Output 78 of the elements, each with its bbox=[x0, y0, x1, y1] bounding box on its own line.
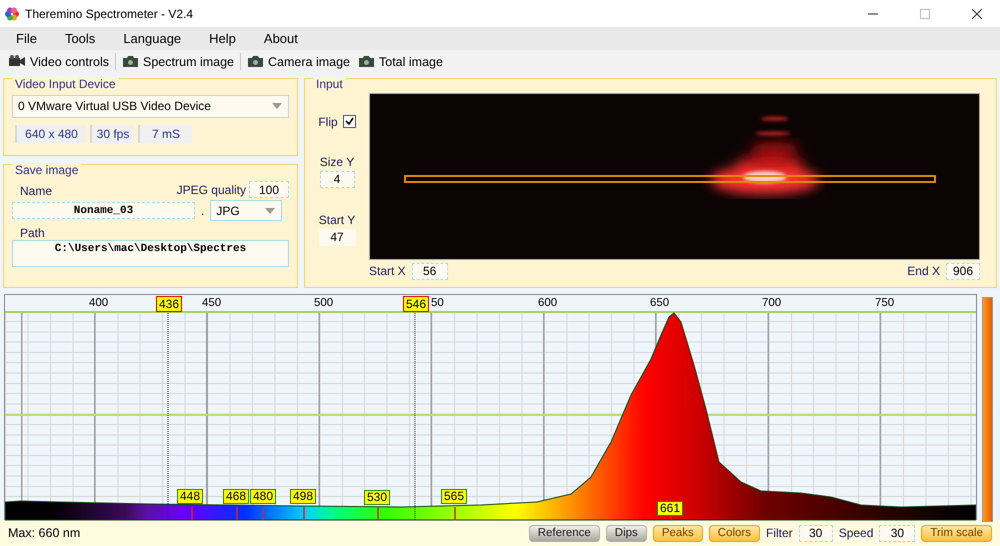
axis-label: 50 bbox=[431, 296, 444, 309]
peak-label: 498 bbox=[290, 488, 316, 504]
menu-item[interactable]: About bbox=[256, 30, 306, 46]
format-dropdown[interactable]: JPG bbox=[210, 200, 282, 222]
max-readout: Max: 660 nm bbox=[8, 526, 82, 540]
flip-label: Flip bbox=[318, 114, 338, 129]
peak-tick bbox=[236, 506, 238, 520]
close-icon bbox=[972, 8, 982, 18]
menu-item[interactable]: File bbox=[8, 30, 45, 46]
toggle-button[interactable]: Dips bbox=[606, 524, 647, 542]
axis-label: 450 bbox=[202, 296, 222, 309]
speed-label: Speed bbox=[838, 526, 874, 540]
video-camera-icon bbox=[8, 55, 26, 68]
end-x-field[interactable]: 906 bbox=[946, 262, 980, 280]
toggle-button[interactable]: Peaks bbox=[652, 524, 703, 542]
end-x-label: End X bbox=[907, 264, 940, 278]
reference-label[interactable]: 546 bbox=[403, 296, 430, 312]
path-label: Path bbox=[20, 226, 45, 240]
selection-rectangle[interactable] bbox=[404, 174, 936, 183]
separator-dot: . bbox=[201, 204, 204, 218]
name-label: Name bbox=[20, 184, 52, 198]
readout: 7 mS bbox=[138, 124, 192, 143]
jpeg-quality-label: JPEG quality bbox=[176, 182, 246, 197]
trim-scale-button[interactable]: Trim scale bbox=[921, 524, 992, 542]
start-y-label: Start Y bbox=[318, 212, 356, 227]
peak-tick bbox=[262, 506, 264, 520]
peak-label: 661 bbox=[657, 500, 684, 516]
toolbar-button[interactable]: Spectrum image bbox=[118, 54, 238, 69]
window-title: Theremino Spectrometer - V2.4 bbox=[25, 6, 194, 20]
speed-field[interactable]: 30 bbox=[879, 524, 916, 542]
group-title: Video Input Device bbox=[12, 76, 119, 91]
flip-checkbox[interactable] bbox=[342, 115, 356, 128]
axis-label: 650 bbox=[650, 296, 670, 309]
start-x-label: Start X bbox=[369, 264, 406, 278]
axis-label: 700 bbox=[762, 296, 782, 309]
path-field[interactable]: C:\Users\mac\Desktop\Spectres bbox=[12, 240, 289, 268]
peak-tick bbox=[191, 506, 193, 520]
toolbar-button[interactable]: Camera image bbox=[243, 54, 354, 69]
menu-item[interactable]: Language bbox=[115, 30, 190, 46]
dropdown-arrow-icon bbox=[272, 103, 282, 110]
group-title: Input bbox=[313, 76, 346, 91]
peak-label: 565 bbox=[441, 488, 468, 504]
camera-icon bbox=[358, 55, 375, 68]
axis-label: 500 bbox=[314, 296, 334, 309]
axis-label: 400 bbox=[89, 296, 108, 309]
camera-icon bbox=[247, 55, 264, 68]
flower-logo-icon bbox=[5, 6, 19, 20]
axis-label: 600 bbox=[538, 296, 558, 309]
toolbar-button[interactable]: Video controls bbox=[4, 54, 113, 69]
size-y-field[interactable]: 4 bbox=[320, 170, 354, 188]
name-field[interactable]: Noname_03 bbox=[12, 202, 195, 220]
readout: 30 fps bbox=[90, 124, 134, 143]
group-title: Save image bbox=[12, 163, 82, 178]
peak-tick bbox=[377, 506, 379, 520]
peak-label: 530 bbox=[364, 490, 390, 505]
camera-icon bbox=[122, 55, 139, 68]
peak-tick bbox=[454, 506, 456, 520]
peak-label: 468 bbox=[223, 488, 250, 504]
menu-item[interactable]: Help bbox=[201, 30, 244, 46]
peak-tick bbox=[303, 506, 305, 520]
device-dropdown[interactable]: 0 VMware Virtual USB Video Device bbox=[12, 94, 289, 118]
start-x-field[interactable]: 56 bbox=[412, 262, 448, 280]
toggle-button[interactable]: Reference bbox=[528, 524, 600, 542]
readout: 640 x 480 bbox=[15, 124, 86, 143]
peak-label: 448 bbox=[177, 488, 204, 504]
jpeg-quality-field[interactable]: 100 bbox=[249, 181, 289, 198]
dropdown-arrow-icon bbox=[265, 208, 276, 214]
filter-field[interactable]: 30 bbox=[798, 524, 833, 542]
toggle-button[interactable]: Colors bbox=[708, 524, 760, 542]
size-y-label: Size Y bbox=[320, 154, 354, 169]
filter-label: Filter bbox=[766, 526, 793, 540]
menu-item[interactable]: Tools bbox=[56, 30, 104, 46]
axis-label: 750 bbox=[875, 296, 894, 309]
reference-label[interactable]: 436 bbox=[156, 296, 182, 312]
maximize-icon bbox=[920, 8, 930, 18]
toolbar-button[interactable]: Total image bbox=[354, 54, 447, 69]
peak-label: 480 bbox=[250, 488, 276, 504]
start-y-field[interactable]: 47 bbox=[318, 228, 356, 246]
